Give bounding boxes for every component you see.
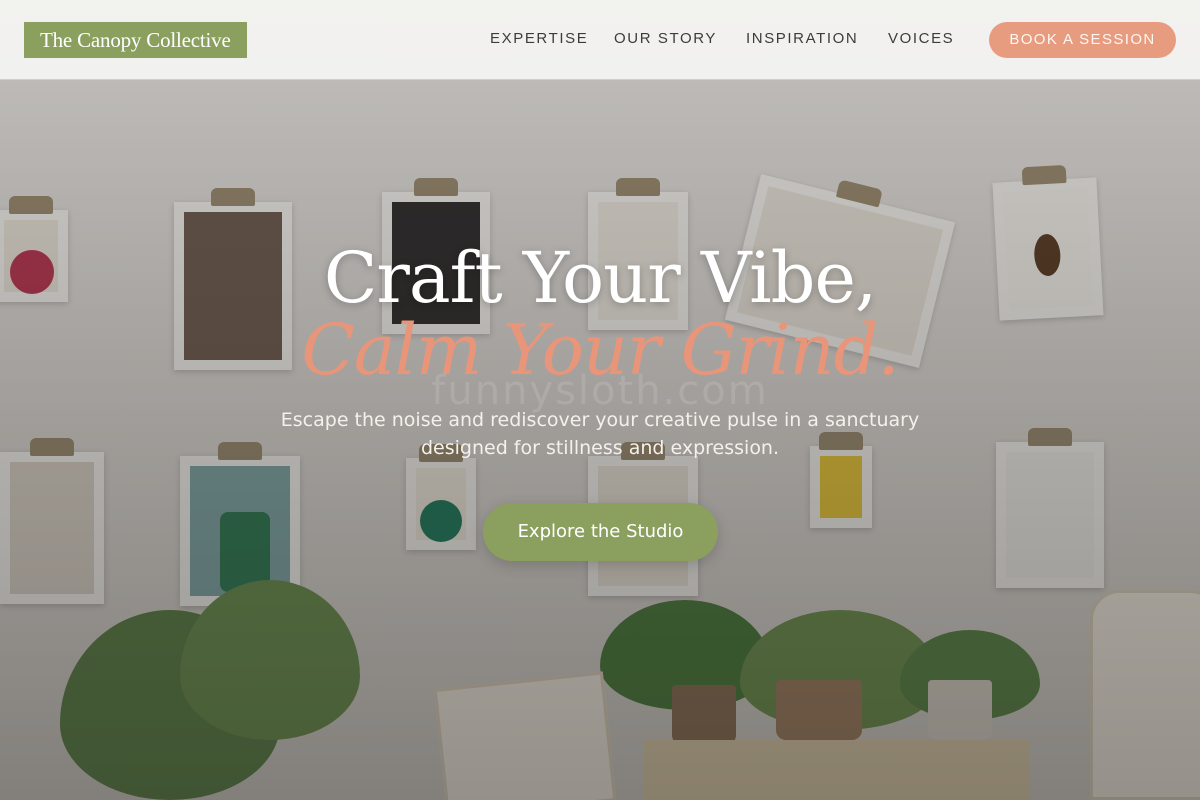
- brand-logo[interactable]: The Canopy Collective: [24, 22, 247, 58]
- book-session-button[interactable]: BOOK A SESSION: [989, 22, 1176, 58]
- nav-link-our-story[interactable]: OUR STORY: [614, 30, 717, 47]
- nav-link-voices[interactable]: VOICES: [888, 30, 954, 47]
- hero-subtitle: Escape the noise and rediscover your cre…: [280, 409, 920, 459]
- page: funnysloth.com The Canopy Collective EXP…: [0, 0, 1200, 800]
- site-header: The Canopy Collective EXPERTISE OUR STOR…: [0, 0, 1200, 80]
- nav-link-inspiration[interactable]: INSPIRATION: [746, 30, 858, 47]
- nav-link-expertise[interactable]: EXPERTISE: [490, 30, 588, 47]
- explore-studio-button[interactable]: Explore the Studio: [483, 503, 718, 561]
- hero-headline-line2: Calm Your Grind.: [301, 309, 899, 391]
